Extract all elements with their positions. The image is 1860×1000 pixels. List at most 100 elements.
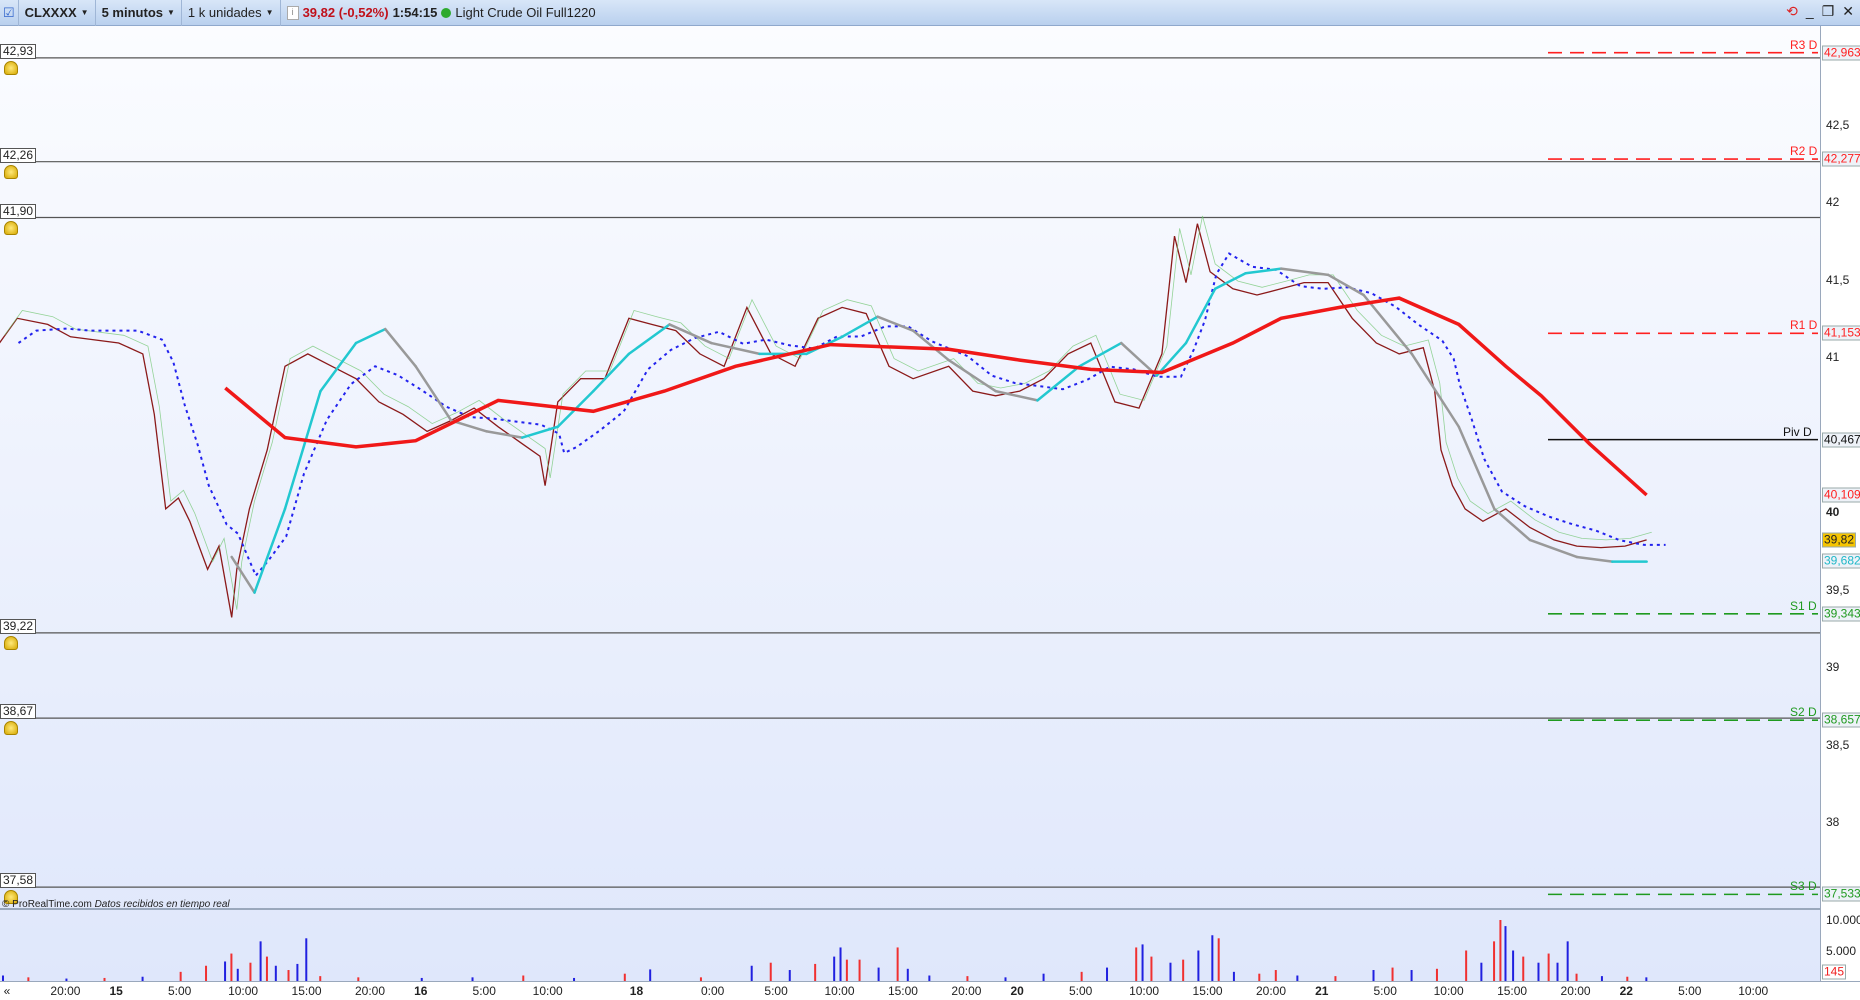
volume-bar — [265, 956, 268, 981]
price-axis[interactable] — [1820, 26, 1860, 981]
bell-icon[interactable] — [4, 60, 18, 75]
pivot-label: R2 D — [1790, 144, 1818, 159]
cyan-moving-average-segment — [627, 323, 671, 356]
volume-bar — [230, 953, 233, 981]
price-axis-tick: 42 — [1826, 195, 1840, 209]
price-axis-tick: 39,5 — [1826, 582, 1850, 597]
volume-bar — [1391, 967, 1394, 981]
volume-bar — [1480, 962, 1483, 981]
volume-axis-tick: 5.000 — [1826, 943, 1857, 958]
units-dropdown[interactable]: 1 k unidades ▼ — [182, 0, 281, 26]
cyan-moving-average-segment — [1036, 365, 1081, 402]
volume-bar — [1150, 956, 1153, 981]
bell-icon[interactable] — [4, 721, 18, 736]
price-axis-tick: 41,5 — [1826, 272, 1850, 287]
pivot-label: Piv D — [1783, 424, 1812, 439]
symbol-dropdown[interactable]: CLXXXX ▼ — [19, 0, 96, 26]
instrument-name: Light Crude Oil Full1220 — [455, 5, 596, 20]
volume-bar — [906, 968, 909, 981]
restore-icon[interactable]: ❐ — [1822, 3, 1835, 20]
volume-bar — [305, 938, 308, 981]
pivot-label: R3 D — [1790, 37, 1818, 52]
volume-bar — [1493, 941, 1496, 981]
price-axis-tick: 40 — [1826, 505, 1840, 519]
volume-bar — [205, 965, 208, 981]
time-axis-tick: 20:00 — [951, 984, 982, 998]
bell-icon[interactable] — [4, 635, 18, 650]
volume-bar — [236, 968, 239, 981]
alert-line-label: 42,26 — [0, 147, 37, 163]
close-icon[interactable]: ✕ — [1842, 3, 1854, 20]
pivot-label: S3 D — [1790, 879, 1817, 894]
quote-info: i 39,82 (-0,52%) 1:54:15 Light Crude Oil… — [281, 0, 602, 26]
chart-toolbar: ☑ CLXXXX ▼ 5 minutos ▼ 1 k unidades ▼ i 39,… — [0, 0, 1860, 26]
time-axis-tick: 15:00 — [291, 984, 322, 998]
volume-bar — [877, 967, 880, 981]
time-axis-tick: 18 — [629, 984, 644, 998]
cyan-moving-average-segment — [1279, 267, 1330, 277]
pivot-value-label: 40,467 — [1822, 432, 1860, 448]
chevron-down-icon: ▼ — [80, 8, 89, 17]
volume-bar — [224, 961, 227, 981]
red-moving-average-line — [224, 296, 1648, 497]
time-axis-tick: 16 — [414, 984, 428, 998]
volume-bar — [649, 969, 652, 981]
time-axis-tick: 5:00 — [1373, 984, 1397, 998]
time-axis-tick: 10:00 — [1433, 984, 1464, 998]
volume-bar — [1042, 973, 1045, 981]
volume-bar — [1547, 953, 1550, 981]
cyan-moving-average-segment — [414, 365, 453, 422]
alert-line-label: 42,93 — [0, 43, 37, 59]
cyan-moving-average-segment — [485, 430, 524, 439]
chart-canvas[interactable] — [0, 26, 1820, 981]
scroll-left-icon[interactable]: « — [4, 984, 11, 998]
volume-bar — [1182, 959, 1185, 981]
cyan-moving-average-segment — [1410, 352, 1461, 428]
alert-line-label: 37,58 — [0, 873, 37, 889]
volume-bar — [1435, 968, 1438, 981]
volume-bar — [845, 959, 848, 981]
window-controls: ⟲ _ ❐ ✕ — [1786, 3, 1854, 20]
status-dot-icon — [441, 7, 452, 18]
timeframe-label: 5 minutos — [101, 5, 163, 20]
volume-bar — [839, 947, 842, 981]
chevron-down-icon: ▼ — [167, 8, 175, 17]
cyan-moving-average-segment — [354, 327, 387, 345]
volume-bar — [1512, 950, 1515, 981]
credit: © ProRealTime.com Datos recibidos en tie… — [2, 899, 230, 910]
cyan-moving-average-segment — [1528, 538, 1579, 559]
timeframe-dropdown[interactable]: 5 minutos ▼ — [96, 0, 182, 26]
volume-bar — [623, 973, 626, 981]
pivot-label: S2 D — [1790, 705, 1817, 720]
cyan-moving-average-segment — [994, 389, 1039, 402]
price-chart[interactable] — [0, 26, 1820, 981]
layout-toggle-icon[interactable]: ☑ — [0, 0, 19, 26]
price-value-label: 39,82 — [1822, 532, 1857, 548]
time-axis-tick: 20:00 — [354, 984, 386, 998]
volume-bar — [1217, 938, 1220, 981]
pivot-value-label: 39,343 — [1822, 606, 1860, 622]
volume-bar — [1566, 941, 1569, 981]
volume-bar — [1258, 973, 1261, 981]
cyan-moving-average-segment — [383, 327, 417, 368]
volume-bar — [1465, 950, 1468, 981]
time-axis-tick: 5:00 — [764, 984, 788, 998]
info-icon[interactable]: i — [286, 5, 299, 20]
time-axis-tick: 15:00 — [1497, 984, 1528, 998]
time-axis-tick: 22 — [1619, 984, 1633, 998]
volume-bar — [814, 963, 817, 981]
time-axis-tick: 10:00 — [532, 984, 563, 998]
cyan-moving-average-segment — [253, 507, 287, 594]
pivot-label: R1 D — [1790, 318, 1818, 333]
minimize-icon[interactable]: _ — [1806, 3, 1814, 20]
bell-icon[interactable] — [4, 220, 18, 235]
pivot-value-label: 42,963 — [1822, 45, 1860, 61]
time-axis[interactable]: « 20:00 15 5:00 10:00 15:00 20:00 16 5:00 10:00 18… — [0, 981, 1860, 1000]
volume-bar — [769, 962, 772, 981]
refresh-icon[interactable]: ⟲ — [1786, 3, 1798, 20]
volume-last-label: 145 — [1822, 964, 1847, 980]
volume-bar — [274, 965, 277, 981]
volume-bar — [788, 970, 791, 981]
time-axis-tick: 5:00 — [1068, 984, 1093, 998]
bell-icon[interactable] — [4, 164, 18, 179]
